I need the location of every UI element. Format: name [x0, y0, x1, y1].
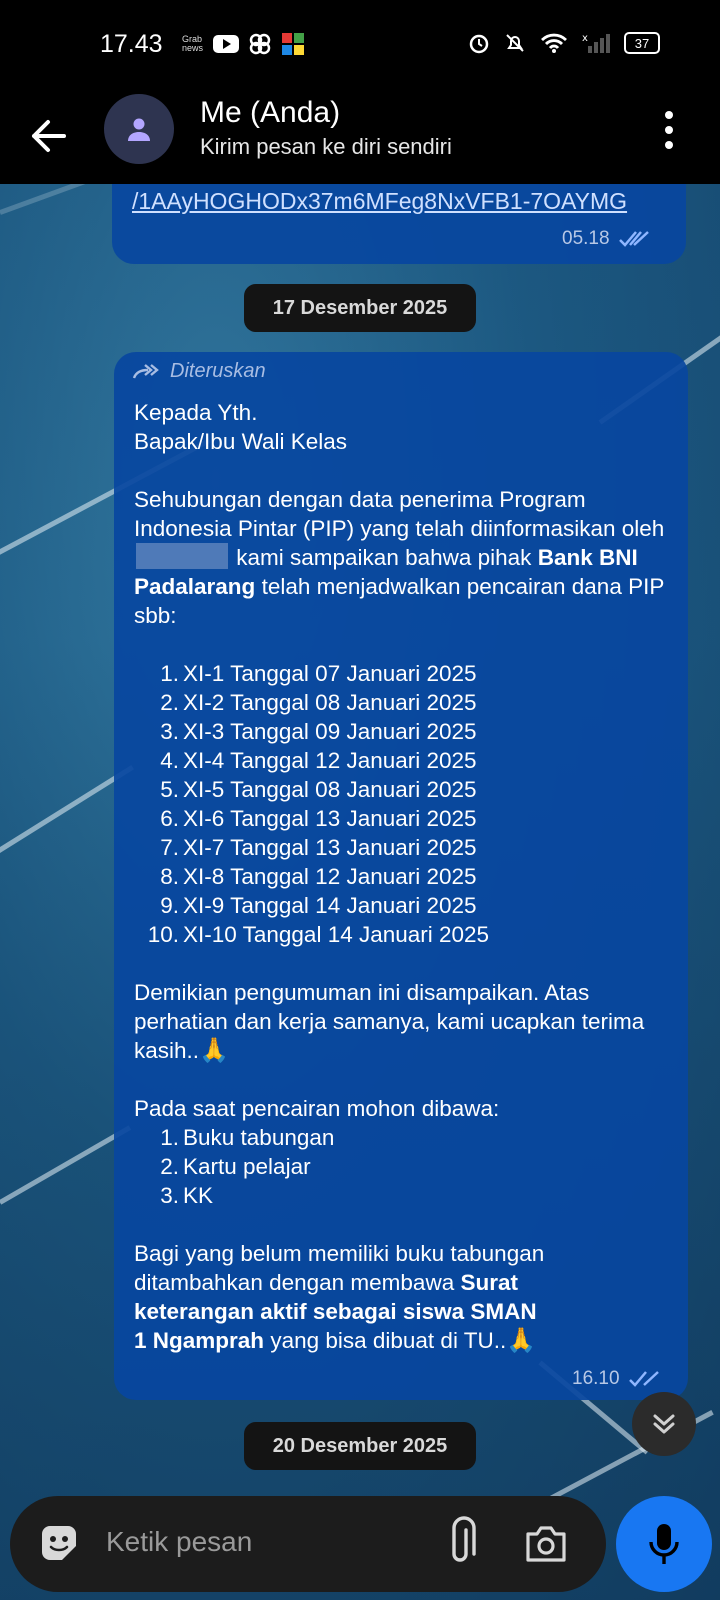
paragraph: Sehubungan dengan data penerima Program … [134, 485, 669, 630]
pinwheel-icon [249, 33, 271, 55]
message-body: Kepada Yth. Bapak/Ibu Wali Kelas Sehubun… [134, 398, 669, 1355]
message-time: 16.10 [572, 1368, 620, 1389]
back-arrow-icon[interactable] [28, 116, 68, 156]
bring-list: 1. Buku tabungan 2. Kartu pelajar 3. KK [134, 1123, 669, 1210]
wifi-icon [541, 33, 567, 53]
chat-subtitle: Kirim pesan ke diri sendiri [200, 134, 452, 159]
sticker-emoji-icon[interactable] [36, 1520, 82, 1566]
forwarded-label: Diteruskan [132, 360, 266, 383]
list-item: 6. XI-6 Tanggal 13 Januari 2025 [160, 806, 477, 831]
list-item: 1. Buku tabungan [160, 1125, 335, 1150]
forwarded-text: Diteruskan [170, 360, 266, 382]
status-bar: 17.43 Grab news x 37 [0, 0, 720, 88]
paragraph: Pada saat pencairan mohon dibawa: [134, 1096, 500, 1121]
list-item: 2. XI-2 Tanggal 08 Januari 2025 [160, 690, 477, 715]
mute-bell-icon [506, 34, 524, 52]
app-grid-icon [282, 33, 305, 55]
list-item: 10. XI-10 Tanggal 14 Januari 2025 [147, 922, 490, 947]
camera-icon[interactable] [524, 1522, 568, 1564]
status-time: 17.43 [100, 30, 163, 58]
scroll-to-bottom-button[interactable] [632, 1392, 696, 1456]
list-item: 7. XI-7 Tanggal 13 Januari 2025 [160, 835, 477, 860]
message-link[interactable]: /1AAyHOGHODx37m6MFeg8NxVFB1-7OAYMG [132, 188, 627, 215]
message-input[interactable]: Ketik pesan [106, 1526, 252, 1558]
grab-notification-icon: Grab news [182, 34, 204, 53]
schedule-list: 1. XI-1 Tanggal 07 Januari 2025 2. XI-2 Ta… [134, 659, 669, 949]
message-time: 05.18 [562, 228, 610, 249]
pray-emoji: 🙏 [199, 1037, 229, 1064]
avatar[interactable] [104, 94, 174, 164]
signal-icon: x [582, 33, 610, 53]
alarm-icon [469, 34, 489, 54]
list-item: 4. XI-4 Tanggal 12 Januari 2025 [160, 748, 477, 773]
text-span: kami sampaikan bahwa pihak [236, 545, 532, 570]
pray-emoji: 🙏 [506, 1327, 537, 1354]
voice-message-button[interactable] [616, 1496, 712, 1592]
double-chevron-down-icon [653, 1414, 675, 1434]
redacted-block [136, 543, 228, 569]
chat-header: Me (Anda) Kirim pesan ke diri sendiri [0, 88, 720, 184]
text-span: yang bisa dibuat di TU.. [270, 1328, 507, 1353]
list-item: 9. XI-9 Tanggal 14 Januari 2025 [160, 893, 477, 918]
forward-icon [132, 363, 159, 378]
message-bubble-link[interactable]: /1AAyHOGHODx37m6MFeg8NxVFB1-7OAYMG 05.18 [112, 184, 686, 264]
svg-text:x: x [582, 33, 588, 44]
list-item: 8. XI-8 Tanggal 12 Januari 2025 [160, 864, 477, 889]
date-separator: 20 Desember 2025 [244, 1422, 476, 1470]
message-bubble-forwarded[interactable]: Diteruskan Kepada Yth. Bapak/Ibu Wali Ke… [114, 352, 688, 1400]
microphone-icon [649, 1524, 679, 1564]
message-composer[interactable]: Ketik pesan [10, 1496, 606, 1592]
battery-icon: 37 [624, 32, 660, 54]
date-label: 17 Desember 2025 [272, 296, 448, 319]
paragraph: Demikian pengumuman ini disampaikan. Ata… [134, 978, 669, 1065]
paperclip-icon[interactable] [440, 1516, 480, 1570]
paragraph: Bagi yang belum memiliki buku tabungan d… [134, 1239, 554, 1355]
text-span: Sehubungan dengan data penerima Program … [134, 487, 665, 541]
chat-title[interactable]: Me (Anda) [200, 96, 340, 130]
more-options-icon[interactable] [664, 110, 674, 150]
greeting-line: Bapak/Ibu Wali Kelas [134, 429, 348, 454]
read-ticks-icon [628, 1371, 659, 1387]
list-item: 5. XI-5 Tanggal 08 Januari 2025 [160, 777, 477, 802]
date-separator: 17 Desember 2025 [244, 284, 476, 332]
list-item: 2. Kartu pelajar [160, 1154, 311, 1179]
date-label: 20 Desember 2025 [272, 1434, 448, 1457]
youtube-icon [213, 35, 240, 53]
list-item: 3. XI-3 Tanggal 09 Januari 2025 [160, 719, 477, 744]
person-icon [128, 118, 150, 141]
read-ticks-icon [618, 231, 649, 247]
greeting-line: Kepada Yth. [134, 400, 258, 425]
list-item: 1. XI-1 Tanggal 07 Januari 2025 [160, 661, 477, 686]
list-item: 3. KK [160, 1183, 214, 1208]
